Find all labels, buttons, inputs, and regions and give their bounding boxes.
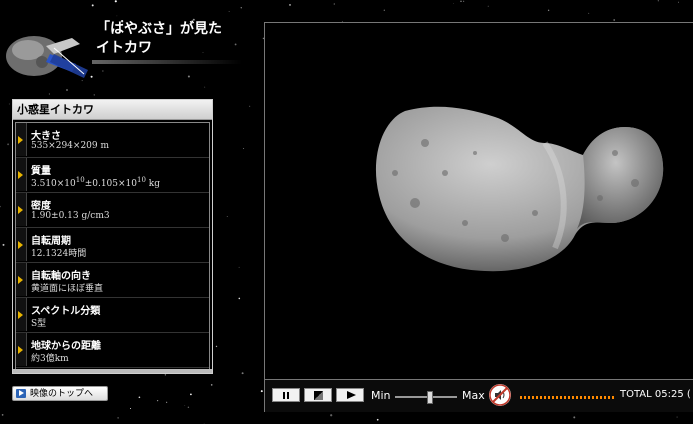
title-line2: イトカワ bbox=[96, 40, 152, 56]
list-item-spectral-type: スペクトル分類 S型 bbox=[16, 298, 209, 333]
arrow-right-icon bbox=[16, 228, 27, 261]
info-list[interactable]: 大きさ 535×294×209 m 質量 3.510×1010±0.105×10… bbox=[15, 122, 210, 370]
hayabusa-probe-image bbox=[6, 36, 88, 78]
item-label: 大きさ bbox=[31, 131, 61, 142]
list-item-size: 大きさ 535×294×209 m bbox=[16, 123, 209, 158]
total-time: TOTAL 05:25 ( bbox=[620, 389, 691, 400]
video-top-label: 映像のトップへ bbox=[30, 389, 94, 399]
video-top-button[interactable]: 映像のトップへ bbox=[12, 386, 108, 401]
item-value: 1.90±0.13 g/cm3 bbox=[31, 211, 110, 221]
title-line1: 「はやぶさ」が見た bbox=[96, 21, 222, 37]
arrow-right-icon bbox=[16, 298, 27, 331]
volume-slider[interactable] bbox=[395, 396, 457, 398]
item-label: 自転軸の向き bbox=[31, 271, 91, 282]
arrow-right-icon bbox=[16, 193, 27, 226]
pause-icon[interactable] bbox=[272, 388, 300, 402]
itokawa-asteroid-image bbox=[375, 106, 664, 272]
list-item-distance: 地球からの距離 約3億km bbox=[16, 333, 209, 368]
item-value: 12.1324時間 bbox=[31, 249, 87, 259]
arrow-right-icon bbox=[16, 123, 27, 156]
list-item-spin-axis: 自転軸の向き 黄道面にほぼ垂直 bbox=[16, 263, 209, 298]
item-value: 3.510×1010±0.105×1010 kg bbox=[31, 176, 160, 189]
list-item-mass: 質量 3.510×1010±0.105×1010 kg bbox=[16, 158, 209, 193]
volume-min-label: Min bbox=[371, 389, 391, 402]
item-value: 黄道面にほぼ垂直 bbox=[31, 284, 104, 294]
item-value: S型 bbox=[31, 319, 47, 329]
arrow-right-icon bbox=[16, 158, 27, 191]
volume-slider-thumb[interactable] bbox=[427, 391, 434, 404]
mute-icon[interactable] bbox=[489, 384, 511, 406]
header: 「はやぶさ」が見た イトカワ bbox=[0, 0, 262, 95]
arrow-right-icon bbox=[16, 333, 27, 366]
item-label: 質量 bbox=[31, 166, 51, 177]
panel-scrollbar[interactable] bbox=[13, 369, 212, 373]
item-label: 自転周期 bbox=[31, 236, 71, 247]
item-label: 地球からの距離 bbox=[31, 341, 101, 352]
info-panel: 小惑星イトカワ 大きさ 535×294×209 m 質量 3.510×1010±… bbox=[12, 99, 213, 374]
page-title: 「はやぶさ」が見た イトカワ bbox=[96, 20, 222, 58]
play-arrow-icon bbox=[16, 389, 26, 398]
item-value: 約3億km bbox=[31, 354, 69, 364]
play-icon[interactable] bbox=[336, 388, 364, 402]
list-item-rotation-period: 自転周期 12.1324時間 bbox=[16, 228, 209, 263]
panel-title: 小惑星イトカワ bbox=[13, 100, 212, 120]
list-item-density: 密度 1.90±0.13 g/cm3 bbox=[16, 193, 209, 228]
item-value: 535×294×209 m bbox=[31, 141, 110, 151]
stop-icon[interactable] bbox=[304, 388, 332, 402]
volume-max-label: Max bbox=[462, 389, 485, 402]
video-player[interactable] bbox=[264, 22, 693, 380]
video-controls: Min Max TOTAL 05:25 ( bbox=[264, 380, 693, 412]
item-label: スペクトル分類 bbox=[31, 306, 101, 317]
seek-bar[interactable] bbox=[520, 396, 614, 399]
arrow-right-icon bbox=[16, 263, 27, 296]
item-label: 密度 bbox=[31, 201, 51, 212]
title-underline bbox=[92, 60, 242, 64]
